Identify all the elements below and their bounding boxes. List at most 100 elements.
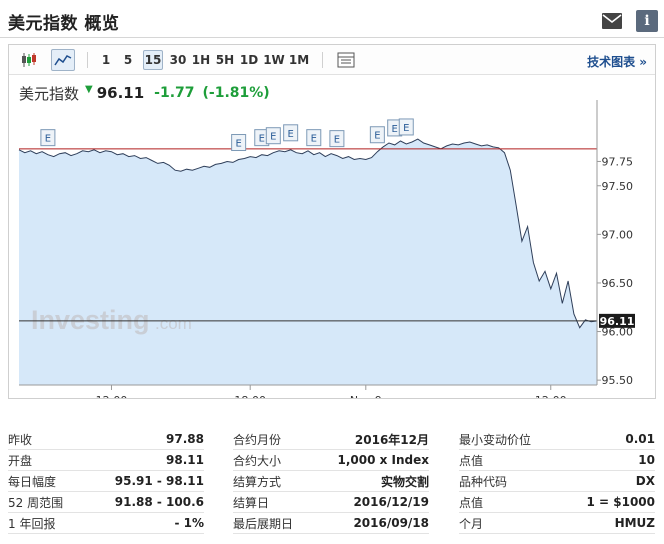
timeframe-1h[interactable]: 1H [191,50,211,70]
stats-column-1: 昨收 97.88 开盘 98.11 每日幅度 95.91 - 98.11 52 周范围… [8,429,204,534]
stat-row: 个月 HMUZ [459,513,655,534]
stat-row: 合约大小 1,000 x Index [233,450,429,471]
stat-row: 结算日 2016/12/19 [233,492,429,513]
stat-value: DX [635,474,655,488]
y-tick-label: 95.50 [602,374,634,387]
stats-column-2: 合约月份 2016年12月 合约大小 1,000 x Index 结算方式 实物交割 … [233,429,429,534]
info-button[interactable]: i [636,10,658,32]
stat-value: 2016/12/19 [353,495,429,509]
stat-value: 97.88 [166,432,204,446]
stat-row: 开盘 98.11 [8,450,204,471]
timeframe-5h[interactable]: 5H [215,50,235,70]
stat-row: 合约月份 2016年12月 [233,429,429,450]
timeframe-1w[interactable]: 1W [263,50,285,70]
stat-value: - 1% [174,516,204,530]
technical-chart-link[interactable]: 技术图表 » [587,53,647,70]
stat-row: 最小变动价位 0.01 [459,429,655,450]
table-view-button[interactable] [336,49,356,71]
event-marker-label: E [403,123,409,134]
stat-value: 10 [638,453,655,467]
event-marker-label: E [270,132,276,143]
stat-value: 91.88 - 100.6 [114,495,204,509]
event-marker[interactable]: E [306,129,322,147]
stat-value: 1 = $1000 [586,495,655,509]
stat-value: HMUZ [614,516,655,530]
x-tick-label: 12:00 [535,394,567,398]
event-marker[interactable]: E [283,124,299,142]
timeframe-15[interactable]: 15 [143,50,163,70]
stat-value: 98.11 [166,453,204,467]
stat-value: 2016年12月 [354,432,429,447]
stat-value: 1,000 x Index [337,453,429,467]
stat-row: 点值 1 = $1000 [459,492,655,513]
stat-label: 昨收 [8,432,33,447]
timeframe-30[interactable]: 30 [169,50,187,70]
event-marker[interactable]: E [231,134,247,152]
event-marker-label: E [334,135,340,146]
chart-toolbar: 1 5 15 30 1H 5H 1D 1W 1M 技术图表 » [9,45,655,75]
investing-watermark: Investing [31,305,150,335]
investing-watermark-suffix: .com [155,314,192,333]
stat-label: 最小变动价位 [459,432,532,447]
timeframe-1[interactable]: 1 [99,50,113,70]
stat-row: 昨收 97.88 [8,429,204,450]
y-tick-label: 97.50 [602,180,634,193]
candlestick-chart-button[interactable] [18,49,40,71]
stat-label: 结算日 [233,495,270,510]
event-marker[interactable]: E [369,126,385,144]
mail-icon [602,13,622,29]
toolbar-divider [87,52,88,68]
title-divider [0,37,664,38]
stat-row: 1 年回报 - 1% [8,513,204,534]
x-tick-label: Nov 9 [350,394,382,398]
event-marker[interactable]: E [265,127,281,145]
stat-row: 品种代码 DX [459,471,655,492]
timeframe-1m[interactable]: 1M [288,50,310,70]
event-marker-label: E [235,139,241,150]
mail-button[interactable] [601,10,623,32]
stats-column-3: 最小变动价位 0.01 点值 10 品种代码 DX 点值 1 = $1000 个月 HMU… [459,429,655,534]
area-chart-icon [54,55,72,66]
stat-value: 95.91 - 98.11 [114,474,204,488]
stat-value: 2016/09/18 [353,516,429,530]
timeframe-1d[interactable]: 1D [239,50,259,70]
current-price-label: 96.11 [600,315,635,328]
timeframe-5[interactable]: 5 [121,50,135,70]
stat-row: 点值 10 [459,450,655,471]
area-chart-button[interactable] [51,49,75,71]
event-marker[interactable]: E [398,118,414,136]
table-icon [337,52,355,68]
stat-label: 52 周范围 [8,495,64,510]
event-marker-label: E [392,124,398,135]
stat-row: 最后展期日 2016/09/18 [233,513,429,534]
price-area-fill [19,139,597,385]
y-tick-label: 97.75 [602,155,634,168]
stat-label: 结算方式 [233,474,282,489]
toolbar-divider [322,52,323,68]
event-marker-label: E [311,134,317,145]
event-marker[interactable]: E [329,130,345,148]
event-marker[interactable]: E [40,129,56,147]
stat-label: 合约月份 [233,432,282,447]
stat-row: 每日幅度 95.91 - 98.11 [8,471,204,492]
info-icon: i [644,13,650,29]
x-tick-label: 18:00 [234,394,266,398]
stat-label: 个月 [459,516,484,531]
chart-panel: 1 5 15 30 1H 5H 1D 1W 1M 技术图表 » 美元指数 ▼ 9… [8,44,656,399]
event-marker-label: E [287,129,293,140]
stat-row: 结算方式 实物交割 [233,471,429,492]
stat-label: 最后展期日 [233,516,294,531]
stat-label: 开盘 [8,453,33,468]
stat-value: 0.01 [625,432,655,446]
y-tick-label: 96.50 [602,277,634,290]
stat-value: 实物交割 [380,474,429,489]
stat-label: 合约大小 [233,453,282,468]
price-chart[interactable]: Investing .com 97.7597.5097.0096.5096.00… [9,100,655,398]
price-change: -1.77 [154,85,195,101]
arrow-down-icon: ▼ [85,83,93,95]
event-marker-label: E [45,134,51,145]
stat-row: 52 周范围 91.88 - 100.6 [8,492,204,513]
stat-label: 点值 [459,495,484,510]
event-marker-label: E [374,131,380,142]
stat-label: 品种代码 [459,474,508,489]
